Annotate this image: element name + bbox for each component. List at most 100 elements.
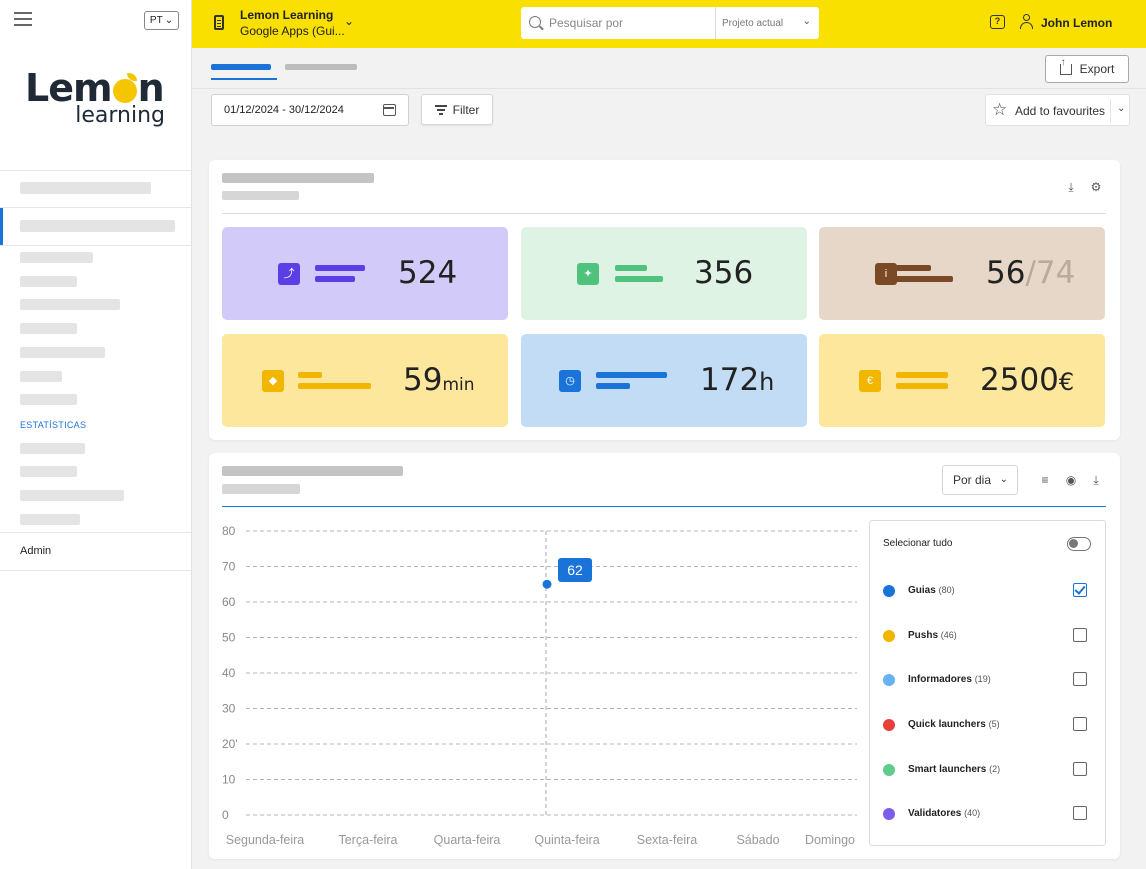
project-title[interactable]: Lemon Learning (240, 8, 333, 22)
legend-item[interactable]: Guias (80) (870, 582, 1107, 602)
legend-checkbox[interactable] (1073, 806, 1087, 820)
stat-tile: ⤴ 524 (222, 227, 508, 320)
sidebar-item-active[interactable] (20, 220, 175, 232)
legend-color-dot (883, 808, 895, 820)
legend-item-label: Validatores (40) (908, 808, 981, 819)
y-tick-label: 40 (222, 666, 236, 680)
stat-value: 524 (398, 255, 457, 291)
sidebar-subitem[interactable] (20, 371, 62, 382)
stat-total: /74 (1025, 255, 1076, 291)
sidebar-subitem[interactable] (20, 323, 77, 334)
search-icon (529, 16, 541, 28)
sidebar-divider (0, 532, 192, 533)
y-tick-label: 30 (222, 702, 236, 716)
legend-item-count: (40) (964, 808, 981, 818)
export-button[interactable]: Export (1045, 55, 1129, 83)
add-to-favourites-button[interactable]: ☆ Add to favourites ⌄ (985, 94, 1130, 126)
download-icon[interactable]: ⤓ (1089, 473, 1103, 487)
sidebar-subitem[interactable] (20, 347, 105, 358)
chevron-down-icon: ⌄ (164, 15, 174, 26)
legend-checkbox[interactable] (1073, 762, 1087, 776)
hamburger-menu-icon[interactable] (14, 12, 32, 28)
upload-icon (1059, 57, 1072, 75)
search-box: Projeto actual ⌄ (521, 7, 819, 39)
card-divider (222, 213, 1106, 214)
date-range-value: 01/12/2024 - 30/12/2024 (224, 104, 344, 116)
legend-item[interactable]: Informadores (19) (870, 671, 1107, 691)
sidebar-subitem[interactable] (20, 514, 80, 525)
tab-active[interactable] (211, 64, 271, 70)
y-tick-label: 0 (222, 808, 229, 822)
download-icon[interactable]: ⤓ (1064, 180, 1078, 194)
chevron-down-icon: ⌄ (802, 16, 811, 27)
stat-tile: ◷ 172h (521, 334, 807, 427)
x-tick-label: Quarta-feira (434, 833, 501, 847)
stat-label-placeholder (615, 276, 663, 282)
chart-subtitle-placeholder (222, 484, 300, 494)
search-scope-value: Projeto actual (722, 17, 784, 29)
project-subtitle[interactable]: Google Apps (Gui... (240, 24, 345, 38)
legend-color-dot (883, 585, 895, 597)
select-all-toggle[interactable] (1067, 537, 1091, 551)
legend-item-label: Smart launchers (2) (908, 764, 1001, 775)
stat-label-placeholder (315, 276, 355, 282)
legend-item-count: (46) (940, 630, 957, 640)
search-scope-select[interactable]: Projeto actual ⌄ (715, 7, 819, 39)
stat-label-placeholder (596, 372, 667, 378)
x-tick-label: Sábado (736, 833, 779, 847)
sidebar-divider (0, 245, 192, 246)
project-icon (214, 15, 224, 30)
tab-inactive[interactable] (285, 64, 357, 70)
sidebar-subitem[interactable] (20, 276, 77, 287)
x-tick-label: Terça-feira (338, 833, 397, 847)
sidebar-item-admin[interactable]: Admin (20, 545, 51, 557)
legend-item-count: (80) (938, 585, 955, 595)
language-select[interactable]: PT ⌄ (144, 11, 179, 30)
user-add-icon: ⤴ (278, 263, 300, 285)
legend-checkbox[interactable] (1073, 628, 1087, 642)
graduation-cap-icon: ◆ (262, 370, 284, 392)
tooltip-value: 62 (567, 562, 583, 578)
chevron-down-icon[interactable]: ⌄ (1117, 103, 1125, 114)
sidebar-item-placeholder[interactable] (20, 182, 151, 194)
legend-checkbox[interactable] (1073, 717, 1087, 731)
sidebar-subitem[interactable] (20, 466, 77, 477)
data-point[interactable] (542, 579, 552, 589)
user-name[interactable]: John Lemon (1041, 16, 1112, 30)
y-tick-label: 50 (222, 631, 236, 645)
legend-item[interactable]: Validatores (40) (870, 805, 1107, 825)
legend-item[interactable]: Pushs (46) (870, 627, 1107, 647)
user-icon[interactable] (1019, 14, 1034, 29)
stat-number: 524 (398, 255, 458, 291)
search-input[interactable] (549, 7, 714, 39)
sidebar-subitem[interactable] (20, 252, 93, 263)
legend-item-count: (2) (989, 764, 1001, 774)
legend-item[interactable]: Quick launchers (5) (870, 716, 1107, 736)
sidebar-subitem[interactable] (20, 443, 85, 454)
help-chat-icon[interactable]: ? (990, 15, 1005, 29)
filter-lines-icon[interactable]: ≡ (1038, 473, 1052, 487)
select-all-label: Selecionar tudo (883, 538, 953, 549)
legend-checkbox[interactable] (1073, 583, 1087, 597)
clock-icon: ◷ (559, 370, 581, 392)
legend-checkbox[interactable] (1073, 672, 1087, 686)
card-subtitle-placeholder (222, 191, 299, 200)
stat-number: 356 (694, 255, 754, 291)
project-chevron-down-icon[interactable]: ⌄ (344, 14, 354, 28)
sidebar-subitem[interactable] (20, 394, 77, 405)
sidebar-subitem[interactable] (20, 299, 120, 310)
euro-coin-icon: € (859, 370, 881, 392)
period-select[interactable]: Por dia ⌄ (942, 465, 1018, 495)
sidebar-subitem[interactable] (20, 490, 124, 501)
top-bar: Lemon Learning Google Apps (Gui... ⌄ Pro… (192, 0, 1146, 48)
legend-item-label: Pushs (46) (908, 630, 957, 641)
date-range-field[interactable]: 01/12/2024 - 30/12/2024 (211, 94, 409, 126)
gear-icon[interactable]: ⚙ (1089, 180, 1103, 194)
filter-button[interactable]: Filter (421, 94, 493, 125)
sidebar: PT ⌄ Lem n learning ESTATÍSTICAS Admin (0, 0, 192, 869)
legend-item[interactable]: Smart launchers (2) (870, 761, 1107, 781)
legend-color-dot (883, 674, 895, 686)
period-value: Por dia (953, 473, 992, 487)
sidebar-divider (0, 570, 192, 571)
eye-icon[interactable]: ◉ (1064, 473, 1078, 487)
